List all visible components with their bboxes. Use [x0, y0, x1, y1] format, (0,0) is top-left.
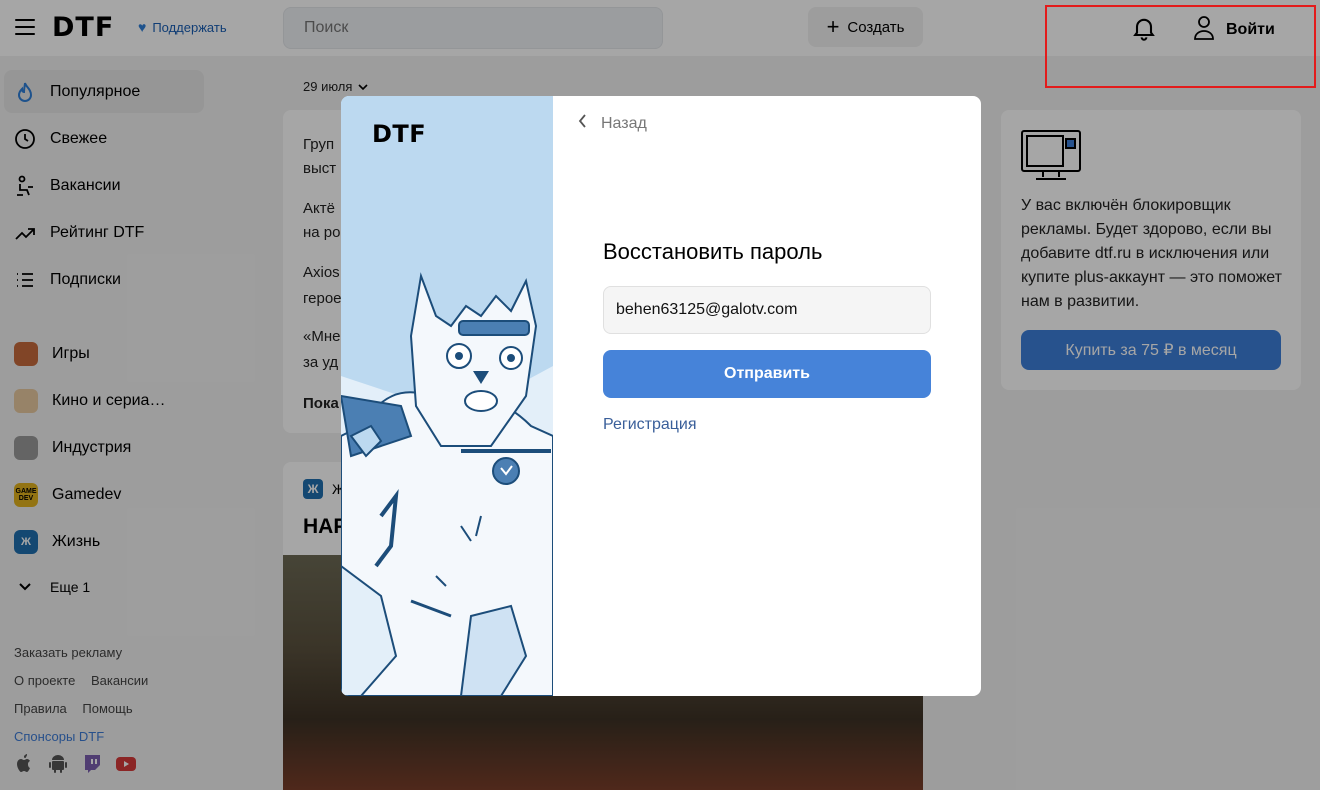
modal-title: Восстановить пароль: [603, 239, 823, 264]
register-link[interactable]: Регистрация: [603, 416, 697, 434]
email-field[interactable]: [603, 286, 931, 334]
modal-form-panel: Назад Восстановить пароль Отправить Реги…: [553, 96, 981, 696]
back-button[interactable]: Назад: [578, 114, 647, 133]
restore-password-modal: DTF Назад Восстановить пароль Отправить …: [341, 96, 981, 696]
modal-illustration: DTF: [341, 96, 553, 696]
submit-button[interactable]: Отправить: [603, 350, 931, 398]
back-label: Назад: [601, 114, 647, 132]
cat-illustration: [341, 96, 553, 696]
chevron-left-icon: [578, 114, 587, 133]
modal-logo: DTF: [372, 120, 427, 148]
